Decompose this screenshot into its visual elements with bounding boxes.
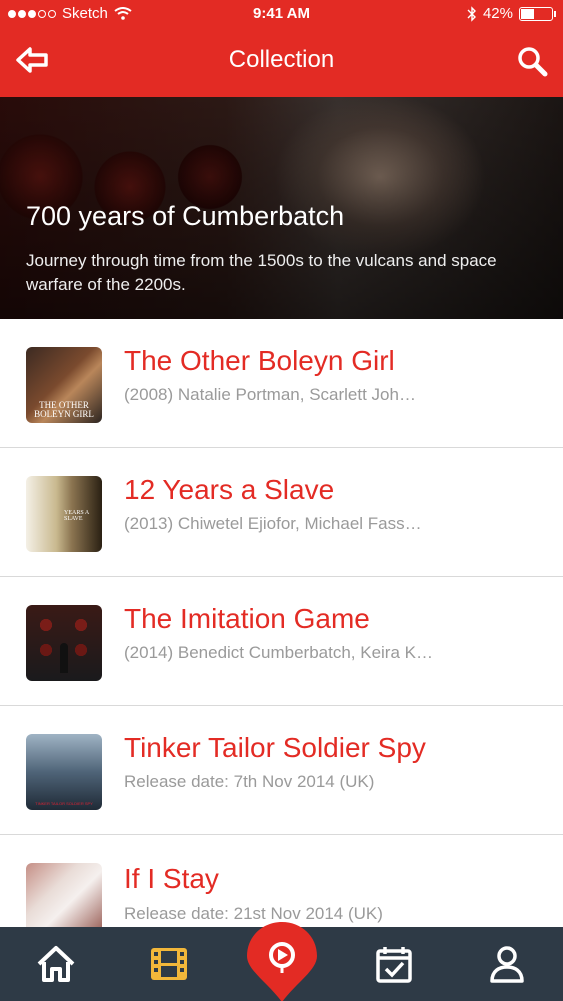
movie-title: 12 Years a Slave [124, 474, 335, 505]
movie-title: The Other Boleyn Girl [124, 345, 395, 376]
user-icon [490, 946, 524, 983]
movie-subtitle: Release date: 7th Nov 2014 (UK) [124, 772, 375, 791]
movie-title: Tinker Tailor Soldier Spy [124, 732, 426, 763]
tab-films[interactable] [129, 927, 209, 1001]
list-item[interactable]: TINKER TAILOR SOLDIER SPY Tinker Tailor … [0, 706, 563, 835]
page-title: Collection [228, 46, 335, 73]
movie-poster: YEARS A SLAVE [26, 476, 102, 552]
list-item[interactable]: YEARS A SLAVE 12 Years a Slave (2013) Ch… [0, 448, 563, 577]
battery-percent: 42% [482, 5, 513, 22]
hero-title: 700 years of Cumberbatch [26, 201, 345, 231]
movie-subtitle: Release date: 21st Nov 2014 (UK) [124, 904, 383, 923]
movie-poster: THE OTHER BOLEYN GIRL [26, 347, 102, 423]
collection-hero-banner[interactable]: 700 years of Cumberbatch Journey through… [0, 97, 563, 319]
poster-caption: TINKER TAILOR SOLDIER SPY [35, 801, 93, 806]
home-icon [37, 946, 75, 982]
film-icon [151, 948, 187, 980]
status-bar: Sketch 9:41 AM 42% [0, 0, 563, 28]
tab-profile[interactable] [467, 927, 547, 1001]
calendar-check-icon [376, 947, 412, 983]
location-pin-icon[interactable] [247, 922, 317, 1001]
movie-subtitle: (2013) Chiwetel Ejiofor, Michael Fass… [124, 514, 422, 533]
movie-title: The Imitation Game [124, 603, 370, 634]
movie-poster [26, 605, 102, 681]
navigation-bar: Collection [0, 28, 563, 97]
bluetooth-icon [467, 5, 476, 22]
app-header: Sketch 9:41 AM 42% Collection [0, 0, 563, 97]
movie-subtitle: (2014) Benedict Cumberbatch, Keira K… [124, 643, 433, 662]
movie-title: If I Stay [124, 863, 219, 894]
poster-caption: THE OTHER BOLEYN GIRL [34, 400, 94, 419]
movie-poster: TINKER TAILOR SOLDIER SPY [26, 734, 102, 810]
hero-description: Journey through time from the 1500s to t… [26, 251, 497, 294]
movie-subtitle: (2008) Natalie Portman, Scarlett Joh… [124, 385, 416, 404]
battery-icon [519, 6, 556, 21]
tab-bar [0, 922, 563, 1001]
poster-caption: YEARS A SLAVE [64, 510, 89, 522]
list-item[interactable]: THE OTHER BOLEYN GIRL The Other Boleyn G… [0, 319, 563, 448]
search-icon[interactable] [515, 44, 549, 78]
list-item[interactable]: The Imitation Game (2014) Benedict Cumbe… [0, 577, 563, 706]
tab-home[interactable] [16, 927, 96, 1001]
tab-calendar[interactable] [354, 927, 434, 1001]
movie-list: THE OTHER BOLEYN GIRL The Other Boleyn G… [0, 319, 563, 964]
